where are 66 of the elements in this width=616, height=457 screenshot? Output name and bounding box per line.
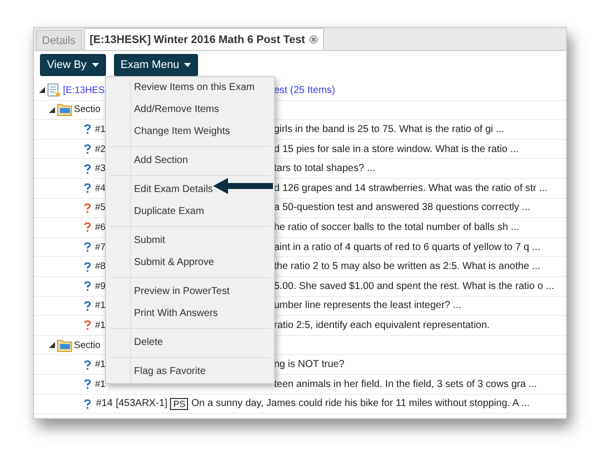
item-text[interactable]: the ratio 2 to 5 may also be written as 2:5. What is anothe ...	[274, 261, 540, 272]
close-icon[interactable]	[309, 35, 318, 44]
menu-item[interactable]: Add Section	[134, 150, 188, 172]
menu-button[interactable]: Exam Menu	[114, 54, 198, 76]
item-number[interactable]: #5	[95, 202, 106, 214]
question-icon	[84, 242, 91, 252]
item-text[interactable]: On a sunny day, James could ride his bike for 11 miles without stopping. A ...	[191, 398, 530, 410]
item-number[interactable]: #2	[95, 144, 106, 155]
question-icon	[84, 281, 91, 292]
question-icon	[84, 124, 91, 134]
question-icon	[84, 398, 91, 409]
caret-icon	[92, 63, 99, 67]
menu-item[interactable]: Flag as Favorite	[134, 361, 206, 383]
question-icon	[84, 379, 91, 390]
section-label[interactable]: Sectio	[74, 340, 100, 351]
menu-item[interactable]: Edit Exam Details	[134, 179, 213, 201]
menu-item[interactable]: Preview in PowerTest	[134, 281, 230, 303]
folder-icon	[57, 338, 72, 352]
item-number[interactable]: #8	[95, 261, 106, 272]
exam-icon	[47, 83, 61, 98]
menu-item[interactable]: Change Item Weights	[134, 121, 230, 143]
section-label[interactable]: Sectio	[74, 104, 100, 116]
menu-button[interactable]: View By	[40, 54, 106, 76]
item-number[interactable]: #1	[95, 124, 106, 135]
item-number[interactable]: #3	[95, 163, 106, 174]
question-icon	[84, 222, 91, 232]
item-number[interactable]: #4	[95, 182, 106, 194]
item-text[interactable]: 5.00. She saved $1.00 and spent the rest. What is the ratio o ...	[274, 280, 554, 292]
item-text[interactable]: umber line represents the least integer? ...	[274, 300, 462, 312]
item-text[interactable]: aint in a ratio of 4 quarts of red to 6 quarts of yellow to 7 q ...	[274, 242, 540, 253]
pointer-arrow	[213, 178, 273, 194]
menu-item[interactable]: Duplicate Exam	[134, 201, 204, 223]
item-number[interactable]: #6	[95, 222, 106, 233]
item-text[interactable]: tars to total shapes? ...	[274, 163, 376, 174]
item-number[interactable]: #1	[95, 359, 106, 370]
menu-item[interactable]: Delete	[134, 332, 163, 354]
question-icon	[84, 360, 91, 370]
menu-item[interactable]: Print With Answers	[134, 303, 218, 325]
expand-icon[interactable]	[49, 342, 55, 348]
question-icon	[84, 202, 91, 213]
tab[interactable]: [E:13HESK] Winter 2016 Math 6 Post Test	[84, 28, 324, 50]
item-code[interactable]: [453ARX-1]	[116, 398, 168, 410]
item-number[interactable]: #9	[95, 280, 106, 292]
expand-icon[interactable]	[49, 106, 55, 113]
question-icon	[84, 144, 91, 154]
menu-item[interactable]: Review Items on this Exam	[134, 77, 255, 99]
item-number[interactable]: #1	[95, 300, 106, 312]
exam-link[interactable]: [E:13HES	[63, 84, 105, 96]
question-icon	[84, 183, 91, 194]
item-number[interactable]: #14	[96, 398, 113, 410]
item-tag: PS	[170, 398, 188, 410]
expand-icon[interactable]	[39, 87, 45, 94]
item-number[interactable]: #1	[95, 320, 106, 331]
folder-icon	[57, 103, 72, 116]
menu-item[interactable]: Add/Remove Items	[134, 99, 220, 121]
question-icon	[84, 164, 91, 174]
question-icon	[84, 300, 91, 311]
menu-item[interactable]: Submit & Approve	[134, 252, 214, 274]
caret-icon	[184, 63, 192, 67]
item-text[interactable]: teen animals in her field. In the field, 3 sets of 3 cows gra ...	[274, 378, 537, 390]
item-number[interactable]: #1	[95, 378, 106, 390]
question-icon	[84, 320, 91, 330]
item-number[interactable]: #7	[95, 242, 106, 253]
question-icon	[84, 262, 91, 272]
item-text[interactable]: girls in the band is 25 to 75. What is the ratio of gi ...	[274, 124, 504, 135]
menu-item[interactable]: Submit	[134, 230, 166, 252]
